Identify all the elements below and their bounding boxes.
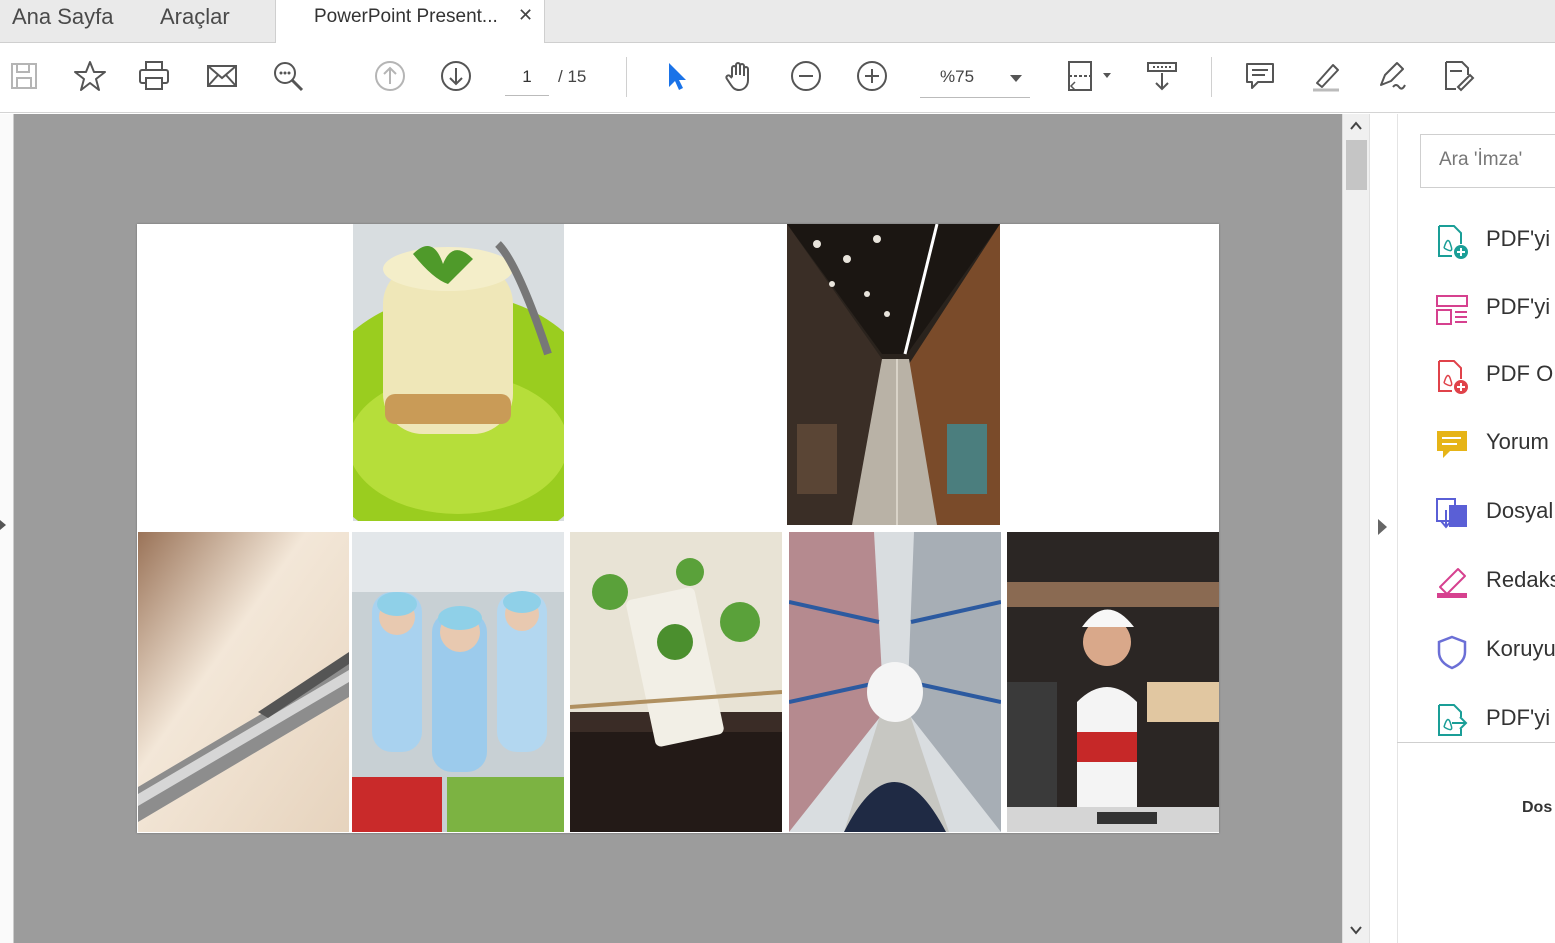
fill-sign-icon[interactable] <box>1438 56 1478 96</box>
bookmark-star-icon[interactable] <box>70 56 110 96</box>
scroll-mode-icon[interactable] <box>1142 56 1182 96</box>
search-zoom-icon[interactable] <box>268 56 308 96</box>
collapse-pane-icon[interactable] <box>1378 519 1387 535</box>
shield-icon <box>1437 635 1467 670</box>
zoom-level-select[interactable]: %75 <box>920 62 1030 98</box>
select-cursor-icon[interactable] <box>655 56 695 96</box>
left-panel-strip[interactable] <box>0 114 14 943</box>
sign-pen-icon[interactable] <box>1372 56 1412 96</box>
scroll-down-icon[interactable] <box>1348 922 1364 938</box>
tool-label: PDF O <box>1486 361 1554 386</box>
tool-label: Koruyu <box>1486 636 1555 661</box>
vertical-scrollbar[interactable] <box>1342 114 1369 943</box>
zoom-level-value: %75 <box>940 67 975 86</box>
create-pdf-icon <box>1438 225 1468 259</box>
toolbar-divider <box>1211 57 1212 97</box>
tool-create-pdf[interactable]: PDF'yi <box>1420 210 1555 270</box>
zoom-in-icon[interactable] <box>852 56 892 96</box>
previous-page-icon[interactable] <box>370 56 410 96</box>
tab-home[interactable]: Ana Sayfa <box>12 4 114 30</box>
fit-page-icon[interactable] <box>1062 56 1116 96</box>
pdf-page <box>137 224 1219 833</box>
toolbar: 1 / 15 %75 <box>0 43 1555 113</box>
chevron-down-icon <box>1010 75 1022 82</box>
jam-jars-photo <box>570 532 782 832</box>
comment-icon <box>1437 431 1467 458</box>
scroll-up-icon[interactable] <box>1348 118 1364 134</box>
close-tab-icon[interactable]: ✕ <box>518 5 533 26</box>
tool-redact[interactable]: Redaks <box>1420 551 1555 611</box>
tool-pdf-plus[interactable]: PDF O <box>1420 345 1555 405</box>
hand-tool-icon[interactable] <box>720 56 760 96</box>
combine-files-icon <box>1436 498 1467 529</box>
cashier-photo <box>1007 532 1219 832</box>
tab-bar: Ana Sayfa Araçlar PowerPoint Present... … <box>0 0 1555 43</box>
document-tab-title: PowerPoint Present... <box>314 6 498 27</box>
tool-label: PDF'yi <box>1486 705 1551 730</box>
tool-label: PDF'yi <box>1486 226 1551 251</box>
tool-combine-files[interactable]: Dosyal <box>1420 482 1555 542</box>
next-page-icon[interactable] <box>436 56 476 96</box>
zoom-out-icon[interactable] <box>786 56 826 96</box>
restaurant-hall-photo <box>787 224 1000 525</box>
tool-export-pdf[interactable]: PDF'yi <box>1420 689 1555 749</box>
tool-edit-pdf[interactable]: PDF'yi <box>1420 278 1555 338</box>
comment-icon[interactable] <box>1240 56 1280 96</box>
page-number-input[interactable]: 1 <box>505 62 549 96</box>
pdf-plus-icon <box>1438 360 1468 394</box>
page-total: / 15 <box>558 67 587 86</box>
kitchen-workers-photo <box>352 532 564 832</box>
toolbar-divider <box>626 57 627 97</box>
cheesecake-photo <box>353 224 564 521</box>
tool-label: Yorum <box>1486 429 1549 454</box>
tool-search-input[interactable]: Ara 'İmza' <box>1420 134 1555 188</box>
pane-separator <box>1397 742 1555 743</box>
highlight-icon[interactable] <box>1306 56 1346 96</box>
tool-comment[interactable]: Yorum <box>1420 413 1555 473</box>
tools-pane: Ara 'İmza' PDF'yi PDF'yi PDF O Yorum Dos… <box>1369 114 1555 943</box>
tool-protect[interactable]: Koruyu <box>1420 620 1555 680</box>
warehouse-photo <box>789 532 1001 832</box>
tool-label: Dosyal <box>1486 498 1554 523</box>
pen-photo <box>138 532 349 832</box>
pane-divider <box>1397 114 1398 943</box>
redact-icon <box>1437 568 1467 598</box>
save-icon[interactable] <box>4 56 44 96</box>
tab-tools[interactable]: Araçlar <box>160 4 230 30</box>
tool-label: PDF'yi <box>1486 294 1551 319</box>
tab-document[interactable]: PowerPoint Present... ✕ <box>275 0 545 43</box>
print-icon[interactable] <box>134 56 174 96</box>
export-pdf-icon <box>1438 704 1468 736</box>
expand-left-panel-icon[interactable] <box>0 520 6 530</box>
edit-pdf-icon <box>1436 295 1468 325</box>
pane-bottom-label: Dos <box>1522 799 1553 816</box>
tool-label: Redaks <box>1486 567 1555 592</box>
scrollbar-thumb[interactable] <box>1346 140 1367 190</box>
email-icon[interactable] <box>202 56 242 96</box>
